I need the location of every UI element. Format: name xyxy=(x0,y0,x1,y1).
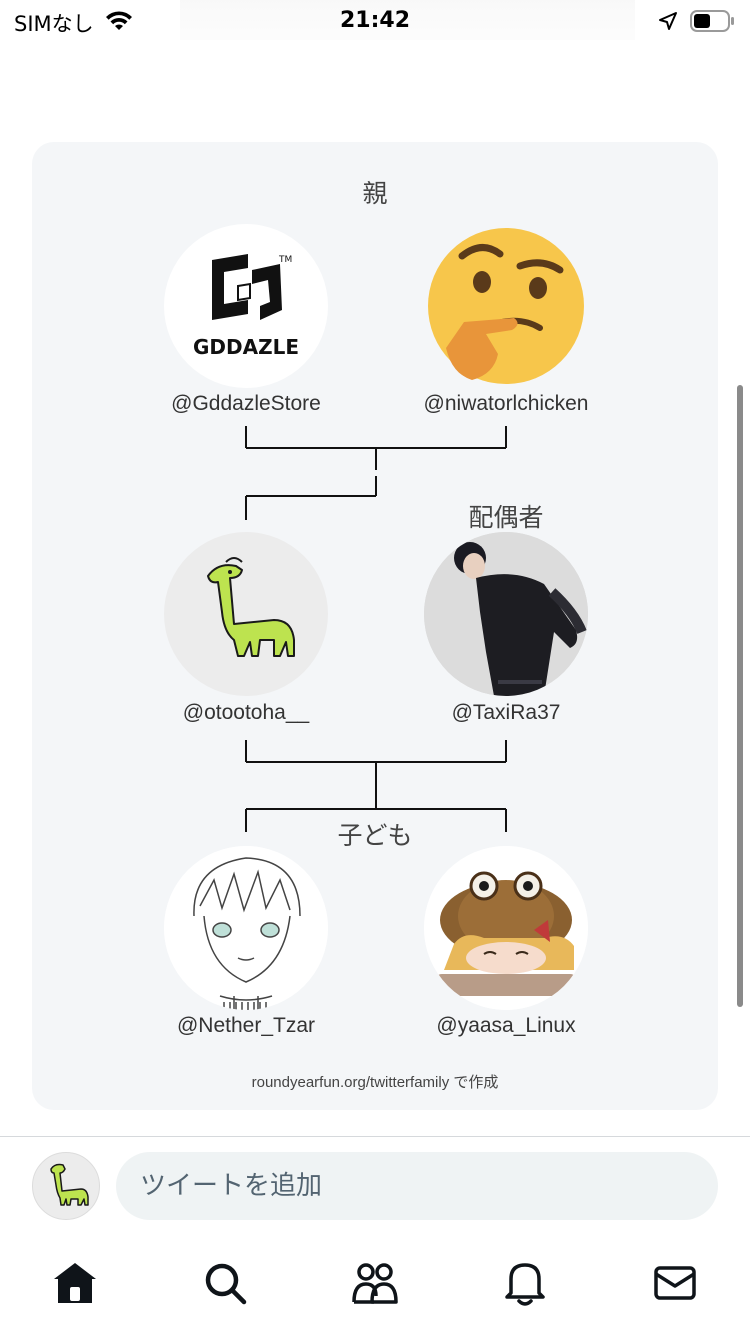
reply-divider xyxy=(0,1136,750,1137)
svg-text:TM: TM xyxy=(278,255,292,265)
child-handle-2[interactable]: @yaasa_Linux xyxy=(376,1014,636,1038)
svg-text:GDDAZLE: GDDAZLE xyxy=(193,335,299,359)
credit-link[interactable]: roundyearfun.org/twitterfamily で作成 xyxy=(32,1071,718,1092)
tab-notifications[interactable] xyxy=(500,1260,550,1310)
tab-bar xyxy=(0,1240,750,1334)
parent-handle-1[interactable]: @GddazleStore xyxy=(116,392,376,416)
giraffe-icon xyxy=(33,1163,99,1219)
battery-icon xyxy=(690,9,736,37)
parent-handle-2[interactable]: @niwatorlchicken xyxy=(376,392,636,416)
tab-messages[interactable] xyxy=(650,1260,700,1310)
location-arrow-icon xyxy=(658,11,678,35)
notifications-icon xyxy=(503,1259,547,1311)
avatar[interactable] xyxy=(32,1152,100,1220)
tab-home[interactable] xyxy=(50,1260,100,1310)
messages-icon xyxy=(653,1263,697,1307)
parents-label: 親 xyxy=(362,179,388,208)
child-avatar-yaasa-linux[interactable] xyxy=(424,846,588,1010)
spouse-avatar[interactable] xyxy=(424,532,588,696)
spouse-label: 配偶者 xyxy=(468,503,544,532)
tab-communities[interactable] xyxy=(350,1260,400,1310)
child-handle-1[interactable]: @Nether_Tzar xyxy=(116,1014,376,1038)
self-handle[interactable]: @otootoha__ xyxy=(116,701,376,725)
status-bar: SIMなし 21:42 xyxy=(0,0,750,44)
family-tree-card[interactable]: 親 TM GDDAZLE @GddazleStore @niwatorlchic… xyxy=(32,142,718,1110)
search-icon xyxy=(202,1260,248,1310)
child-avatar-nether-tzar[interactable] xyxy=(164,846,328,1010)
scrollbar[interactable] xyxy=(737,385,743,1007)
spouse-handle[interactable]: @TaxiRa37 xyxy=(376,701,636,725)
tree-connectors xyxy=(245,426,507,832)
communities-icon xyxy=(350,1260,400,1310)
self-avatar[interactable] xyxy=(164,532,328,696)
tab-search[interactable] xyxy=(200,1260,250,1310)
status-time: 21:42 xyxy=(339,8,411,33)
parent-avatar-niwatorlchicken[interactable] xyxy=(424,224,588,388)
children-label: 子ども xyxy=(337,821,413,850)
reply-input[interactable] xyxy=(116,1152,718,1220)
parent-avatar-gddazle[interactable]: TM GDDAZLE xyxy=(164,224,328,388)
home-icon xyxy=(51,1260,99,1310)
